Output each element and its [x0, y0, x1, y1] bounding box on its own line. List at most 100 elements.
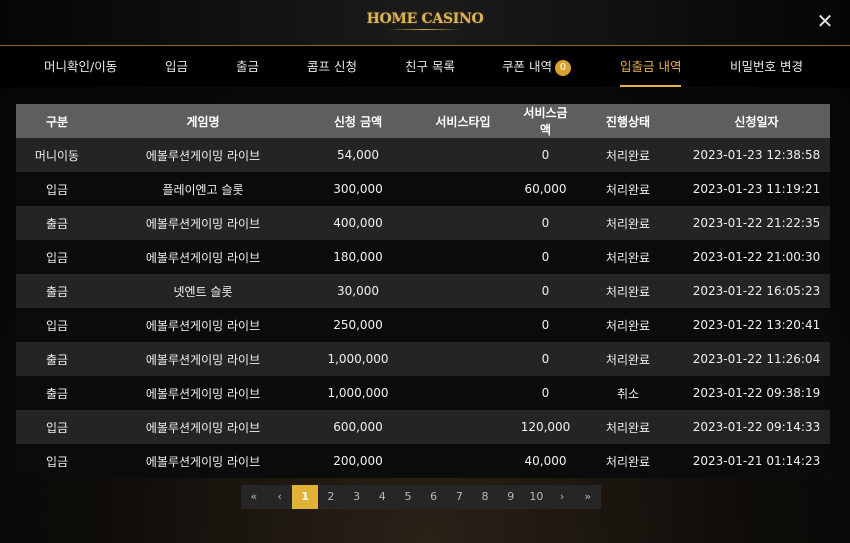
page-button-3[interactable]: 3: [344, 485, 370, 509]
request-amount-cell: 600,000: [333, 420, 383, 434]
status-cell: 처리완료: [605, 216, 651, 231]
table-row: 출금 넷엔트 슬롯 30,000 0 처리완료 2023-01-22 16:05:23: [16, 274, 830, 308]
tab-coupon-history[interactable]: 쿠폰 내역 0: [502, 47, 571, 87]
tab-label: 머니확인/이동: [44, 59, 118, 74]
request-amount-cell: 54,000: [337, 148, 379, 162]
prev-page-button[interactable]: ‹: [267, 485, 293, 509]
page-button-1[interactable]: 1: [292, 485, 319, 509]
next-page-button[interactable]: ›: [549, 485, 575, 509]
tab-money-check[interactable]: 머니확인/이동: [44, 47, 117, 87]
table-row: 입금 에볼루션게이밍 라이브 180,000 0 처리완료 2023-01-22 21:0…: [16, 240, 830, 274]
service-amount-cell: 0: [541, 250, 550, 264]
request-amount-cell: 30,000: [337, 284, 379, 298]
service-type-cell: [408, 240, 518, 274]
tab-deposit[interactable]: 입금: [165, 47, 188, 87]
request-amount-cell: 400,000: [333, 216, 383, 230]
page-button-9[interactable]: 9: [498, 485, 524, 509]
type-cell: 출금: [45, 386, 69, 401]
type-cell: 입금: [45, 454, 69, 469]
type-cell: 출금: [45, 284, 69, 299]
table-header-row: 구분 게임명 신청 금액 서비스타입 서비스금액 진행상태 신청일자: [16, 104, 830, 138]
content-area: 구분 게임명 신청 금액 서비스타입 서비스금액 진행상태 신청일자 머니이동에…: [0, 87, 850, 543]
request-date-cell: 2023-01-23 12:38:58: [692, 148, 821, 162]
table-body: 머니이동 에볼루션게이밍 라이브 54,000 0 처리완료 2023-01-23 12:…: [16, 138, 830, 478]
transaction-table-wrap: 구분 게임명 신청 금액 서비스타입 서비스금액 진행상태 신청일자 머니이동에…: [16, 104, 830, 478]
service-amount-cell: 0: [541, 216, 550, 230]
tab-bar: 머니확인/이동 입금 출금 콤프 신청 친구 목록 쿠폰 내역 0 입출금 내역 …: [0, 47, 850, 87]
tab-withdraw[interactable]: 출금: [236, 47, 259, 87]
tab-label: 쿠폰 내역: [502, 59, 552, 74]
home-casino-logo: HOME CASINO: [366, 11, 484, 27]
game-name-cell: 에볼루션게이밍 라이브: [145, 352, 261, 367]
status-cell: 취소: [616, 386, 640, 401]
service-type-cell: [408, 308, 518, 342]
game-name-cell: 에볼루션게이밍 라이브: [145, 420, 261, 435]
close-button[interactable]: ✕: [816, 11, 834, 31]
status-cell: 처리완료: [605, 352, 651, 367]
column-header: 신청일자: [734, 114, 779, 129]
status-cell: 처리완료: [605, 148, 651, 163]
column-header: 서비스타입: [435, 114, 491, 129]
request-amount-cell: 200,000: [333, 454, 383, 468]
tab-label: 비밀번호 변경: [730, 59, 803, 74]
page-button-10[interactable]: 10: [524, 485, 550, 509]
game-name-cell: 에볼루션게이밍 라이브: [145, 318, 261, 333]
logo-underline: [387, 29, 463, 30]
type-cell: 입금: [45, 250, 69, 265]
game-name-cell: 에볼루션게이밍 라이브: [145, 148, 261, 163]
service-amount-cell: 120,000: [520, 420, 571, 434]
pagination: « ‹ 1 2 3 4 5 6 7 8 9 10 › »: [241, 485, 601, 509]
tab-label: 입금: [165, 59, 189, 74]
service-type-cell: [408, 342, 518, 376]
service-type-cell: [408, 376, 518, 410]
table-row: 출금 에볼루션게이밍 라이브 400,000 0 처리완료 2023-01-22 21:2…: [16, 206, 830, 240]
request-amount-cell: 180,000: [333, 250, 383, 264]
status-cell: 처리완료: [605, 182, 651, 197]
last-page-button[interactable]: »: [575, 485, 601, 509]
tab-label: 친구 목록: [405, 59, 455, 74]
tab-friends-list[interactable]: 친구 목록: [405, 47, 455, 87]
game-name-cell: 에볼루션게이밍 라이브: [145, 250, 261, 265]
request-date-cell: 2023-01-22 16:05:23: [692, 284, 821, 298]
request-date-cell: 2023-01-22 11:26:04: [692, 352, 821, 366]
tab-label: 입출금 내역: [620, 59, 682, 74]
type-cell: 머니이동: [34, 148, 80, 163]
page-button-5[interactable]: 5: [395, 485, 421, 509]
type-cell: 입금: [45, 420, 69, 435]
tab-label: 콤프 신청: [307, 59, 357, 74]
page-button-4[interactable]: 4: [369, 485, 395, 509]
page-button-8[interactable]: 8: [472, 485, 498, 509]
table-row: 머니이동 에볼루션게이밍 라이브 54,000 0 처리완료 2023-01-23 12:…: [16, 138, 830, 172]
modal-header: HOME CASINO ✕: [0, 0, 850, 46]
tab-transaction-history[interactable]: 입출금 내역: [620, 47, 682, 87]
table-row: 입금 플레이엔고 슬롯 300,000 60,000 처리완료 2023-01-23 11…: [16, 172, 830, 206]
request-date-cell: 2023-01-22 13:20:41: [692, 318, 821, 332]
tab-change-password[interactable]: 비밀번호 변경: [730, 47, 803, 87]
service-amount-cell: 0: [541, 284, 550, 298]
request-date-cell: 2023-01-21 01:14:23: [692, 454, 821, 468]
service-amount-cell: 60,000: [524, 182, 567, 196]
request-date-cell: 2023-01-22 09:14:33: [692, 420, 821, 434]
column-header: 신청 금액: [333, 114, 383, 129]
page-button-2[interactable]: 2: [318, 485, 344, 509]
service-amount-cell: 0: [541, 386, 550, 400]
status-cell: 처리완료: [605, 318, 651, 333]
game-name-cell: 플레이엔고 슬롯: [162, 182, 244, 197]
service-amount-cell: 40,000: [524, 454, 567, 468]
service-amount-cell: 0: [541, 352, 550, 366]
request-date-cell: 2023-01-22 21:00:30: [692, 250, 821, 264]
column-header: 구분: [45, 114, 69, 129]
tab-label: 출금: [236, 59, 260, 74]
first-page-button[interactable]: «: [241, 485, 267, 509]
type-cell: 출금: [45, 216, 69, 231]
game-name-cell: 에볼루션게이밍 라이브: [145, 454, 261, 469]
column-header: 진행상태: [605, 114, 651, 129]
table-row: 입금 에볼루션게이밍 라이브 250,000 0 처리완료 2023-01-22 13:2…: [16, 308, 830, 342]
page-button-7[interactable]: 7: [447, 485, 473, 509]
game-name-cell: 넷엔트 슬롯: [173, 284, 233, 299]
tab-comp-request[interactable]: 콤프 신청: [307, 47, 357, 87]
request-date-cell: 2023-01-22 21:22:35: [692, 216, 821, 230]
service-type-cell: [408, 410, 518, 444]
page-button-6[interactable]: 6: [421, 485, 447, 509]
service-type-cell: [408, 138, 518, 172]
